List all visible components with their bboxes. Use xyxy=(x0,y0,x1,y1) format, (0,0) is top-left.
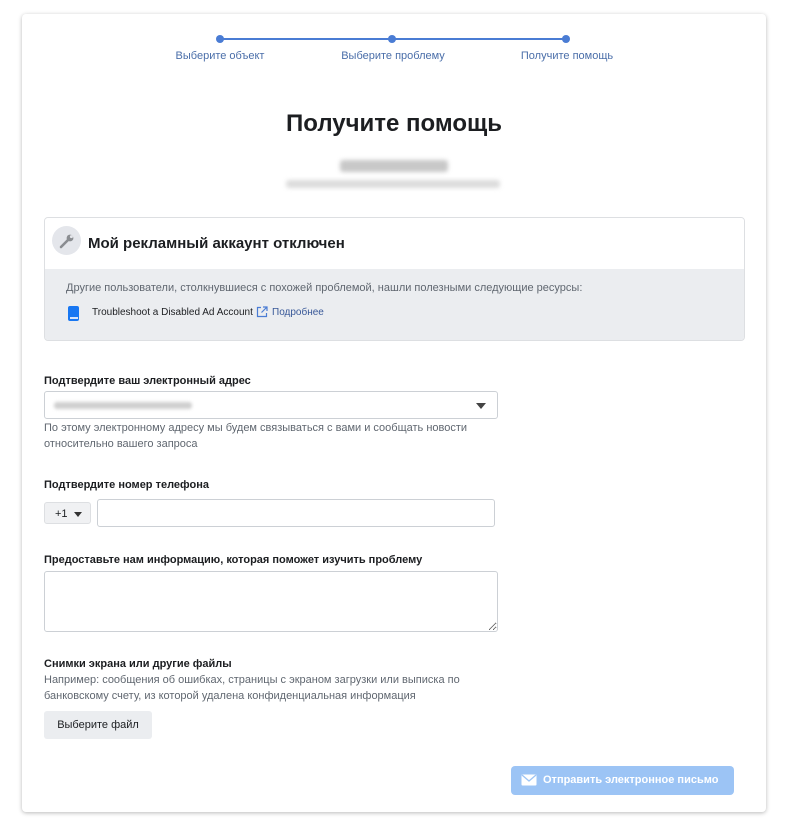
email-select[interactable] xyxy=(44,391,498,419)
country-code-select[interactable]: +1 xyxy=(44,502,91,524)
info-label: Предоставьте нам информацию, которая пом… xyxy=(44,554,423,566)
redacted-account-id xyxy=(286,180,500,188)
redacted-account-name xyxy=(340,160,448,172)
step-label-2[interactable]: Выберите проблему xyxy=(341,50,445,62)
email-help-text: По этому электронному адресу мы будем св… xyxy=(44,422,468,450)
external-link-icon[interactable] xyxy=(256,306,268,318)
info-textarea[interactable] xyxy=(44,571,498,632)
resources-hint: Другие пользователи, столкнувшиеся с пох… xyxy=(66,282,583,294)
email-label: Подтвердите ваш электронный адрес xyxy=(44,375,251,387)
issue-resources: Другие пользователи, столкнувшиеся с пох… xyxy=(45,269,744,340)
support-card: Выберите объект Выберите проблему Получи… xyxy=(22,14,766,812)
step-label-1[interactable]: Выберите объект xyxy=(176,50,265,62)
step-dot-1 xyxy=(216,35,224,43)
learn-more-link[interactable]: Подробнее xyxy=(272,307,324,318)
files-help-text: Например: сообщения об ошибках, страницы… xyxy=(44,674,460,702)
step-dot-2 xyxy=(388,35,396,43)
page-title: Получите помощь xyxy=(286,110,502,137)
send-email-label: Отправить электронное письмо xyxy=(543,774,719,786)
resource-title: Troubleshoot a Disabled Ad Account xyxy=(92,307,253,318)
step-label-3: Получите помощь xyxy=(520,50,614,62)
choose-file-button[interactable]: Выберите файл xyxy=(44,711,152,739)
files-label: Снимки экрана или другие файлы xyxy=(44,658,232,670)
redacted-email-value xyxy=(54,402,192,409)
envelope-icon xyxy=(521,774,537,786)
chevron-down-icon[interactable] xyxy=(476,403,486,409)
phone-input[interactable] xyxy=(97,499,495,527)
phone-label: Подтвердите номер телефона xyxy=(44,479,210,491)
progress-stepper: Выберите объект Выберите проблему Получи… xyxy=(22,14,766,74)
wrench-icon xyxy=(52,226,81,255)
step-dot-3 xyxy=(562,35,570,43)
issue-header: Мой рекламный аккаунт отключен xyxy=(45,218,744,269)
book-icon xyxy=(68,306,79,321)
issue-title: Мой рекламный аккаунт отключен xyxy=(88,235,345,252)
caret-down-icon xyxy=(74,512,82,517)
send-email-button[interactable]: Отправить электронное письмо xyxy=(511,766,734,795)
country-code-value: +1 xyxy=(55,508,68,520)
issue-panel: Мой рекламный аккаунт отключен Другие по… xyxy=(44,217,745,341)
